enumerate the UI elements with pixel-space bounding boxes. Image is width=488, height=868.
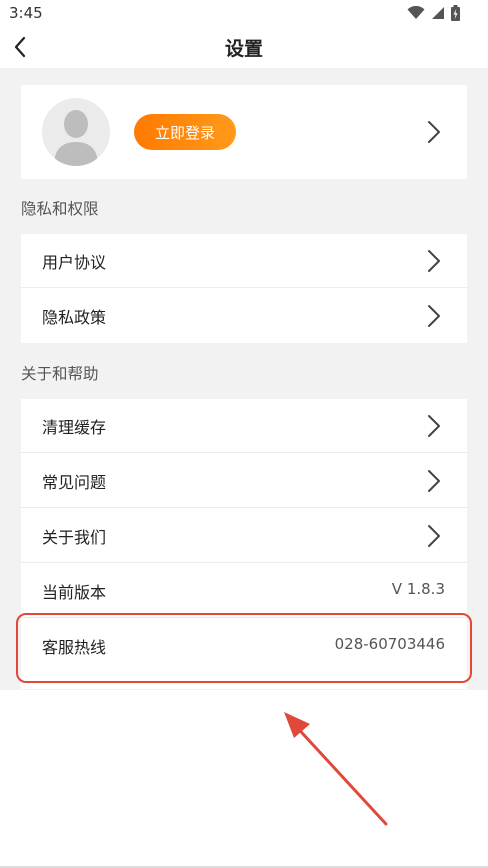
row-label: 用户协议 — [42, 253, 107, 272]
row-label: 清理缓存 — [42, 418, 107, 437]
app-header: 设置 — [0, 26, 488, 68]
settings-row-user-agreement[interactable]: 用户协议 — [21, 234, 467, 288]
version-value: V 1.8.3 — [391, 580, 445, 598]
annotation-arrow-icon — [284, 712, 388, 826]
profile-card[interactable]: 立即登录 — [21, 85, 467, 179]
about-card: 清理缓存 常见问题 关于我们 当前版本 V 1.8.3 客服热线 028-607… — [21, 399, 467, 689]
settings-row-privacy-policy[interactable]: 隐私政策 — [21, 289, 467, 343]
chevron-right-icon — [428, 415, 440, 437]
status-icons — [407, 4, 460, 22]
section-label-about: 关于和帮助 — [21, 365, 99, 383]
signal-icon — [432, 7, 444, 19]
battery-icon — [451, 5, 460, 21]
avatar — [42, 98, 110, 166]
chevron-right-icon — [428, 305, 440, 327]
settings-row-version: 当前版本 V 1.8.3 — [21, 564, 467, 618]
settings-content: 立即登录 隐私和权限 用户协议 隐私政策 关于和帮助 清理缓存 常见问题 关于我… — [0, 68, 488, 690]
section-label-privacy: 隐私和权限 — [21, 200, 99, 218]
row-label: 客服热线 — [42, 638, 107, 657]
hotline-value[interactable]: 028-60703446 — [335, 635, 445, 653]
settings-row-customer-hotline[interactable]: 客服热线 028-60703446 — [21, 619, 467, 673]
avatar-placeholder-icon — [54, 110, 98, 166]
settings-row-clear-cache[interactable]: 清理缓存 — [21, 399, 467, 453]
settings-row-about-us[interactable]: 关于我们 — [21, 509, 467, 563]
privacy-card: 用户协议 隐私政策 — [21, 234, 467, 343]
row-label: 当前版本 — [42, 583, 107, 602]
chevron-right-icon — [428, 525, 440, 547]
status-bar: 3:45 — [0, 0, 488, 26]
row-label: 关于我们 — [42, 528, 107, 547]
chevron-right-icon — [428, 121, 440, 143]
row-label: 隐私政策 — [42, 308, 107, 327]
chevron-right-icon — [428, 250, 440, 272]
chevron-right-icon — [428, 470, 440, 492]
login-button[interactable]: 立即登录 — [134, 114, 236, 150]
status-time: 3:45 — [9, 4, 43, 22]
wifi-icon — [407, 6, 425, 19]
page-title: 设置 — [224, 38, 263, 60]
row-label: 常见问题 — [42, 473, 107, 492]
settings-row-faq[interactable]: 常见问题 — [21, 454, 467, 508]
